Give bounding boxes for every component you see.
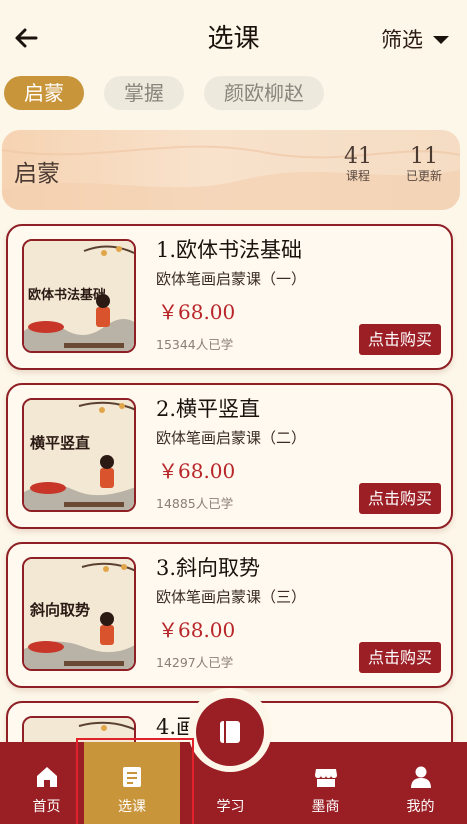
updated-count-stat: 11 已更新	[402, 144, 446, 184]
learner-count: 15344人已学	[156, 337, 234, 352]
home-icon	[36, 767, 57, 787]
course-cover-image: 横平竖直	[22, 398, 136, 512]
nav-item-mine[interactable]: 我的	[374, 742, 467, 824]
course-subtitle: 欧体笔画启蒙课（二）	[156, 429, 307, 447]
category-banner: 启蒙 41 课程 11 已更新	[2, 130, 460, 210]
nav-item-home[interactable]: 首页	[0, 742, 93, 824]
course-title: 2.横平竖直	[156, 397, 261, 421]
cover-calligraphy-text: 斜向取势	[29, 601, 90, 619]
course-subtitle: 欧体笔画启蒙课（三）	[156, 588, 307, 606]
course-count: 41	[344, 144, 372, 169]
learner-count: 14297人已学	[156, 655, 234, 670]
course-list-icon	[123, 767, 141, 787]
course-price: ￥68.00	[158, 300, 236, 324]
course-price: ￥68.00	[158, 618, 236, 642]
nav-item-course[interactable]: 选课	[84, 742, 180, 824]
cover-calligraphy-text: 横平竖直	[30, 434, 90, 452]
learner-count: 14885人已学	[156, 496, 234, 511]
shop-icon	[314, 769, 337, 787]
updated-count: 11	[410, 144, 438, 169]
course-price: ￥68.00	[158, 459, 236, 483]
course-cover-image: 斜向取势	[22, 557, 136, 671]
filter-label: 筛选	[381, 28, 423, 52]
tab-yanouliuzhao[interactable]: 颜欧柳赵	[204, 76, 324, 110]
cover-calligraphy-text: 欧体书法基础	[28, 287, 106, 303]
header: 选课 筛选	[0, 0, 467, 74]
caret-down-icon	[433, 36, 449, 44]
nav-label-shop: 墨商	[311, 799, 340, 815]
banner-wave-decoration	[2, 145, 460, 210]
course-card[interactable]: 欧体书法基础 1.欧体书法基础 欧体笔画启蒙课（一） ￥68.00 15344人…	[6, 224, 453, 370]
buy-button[interactable]: 点击购买	[359, 483, 441, 514]
course-title: 3.斜向取势	[156, 556, 261, 580]
course-title: 1.欧体书法基础	[156, 238, 303, 262]
updated-count-label: 已更新	[405, 169, 442, 183]
study-center-button[interactable]	[196, 698, 264, 766]
course-card[interactable]: 横平竖直 2.横平竖直 欧体笔画启蒙课（二） ￥68.00 14885人已学 点…	[6, 383, 453, 529]
buy-button[interactable]: 点击购买	[359, 642, 441, 673]
course-count-stat: 41 课程	[338, 144, 378, 184]
buy-button[interactable]: 点击购买	[359, 324, 441, 355]
nav-label-course: 选课	[118, 799, 146, 815]
filter-dropdown[interactable]: 筛选	[381, 24, 449, 54]
category-name: 启蒙	[14, 161, 60, 187]
book-icon	[220, 721, 240, 743]
course-count-label: 课程	[345, 169, 370, 183]
tab-zhangwo[interactable]: 掌握	[104, 76, 184, 110]
nav-label-mine: 我的	[406, 799, 435, 815]
nav-item-shop[interactable]: 墨商	[279, 742, 372, 824]
user-icon	[410, 766, 431, 788]
course-card[interactable]: 斜向取势 3.斜向取势 欧体笔画启蒙课（三） ￥68.00 14297人已学 点…	[6, 542, 453, 688]
category-tabs: 启蒙 掌握 颜欧柳赵	[4, 76, 324, 110]
course-cover-image: 欧体书法基础	[22, 239, 136, 353]
nav-label-home: 首页	[32, 799, 61, 815]
nav-label-study: 学习	[216, 799, 245, 815]
course-subtitle: 欧体笔画启蒙课（一）	[156, 270, 307, 288]
tab-qimeng[interactable]: 启蒙	[4, 76, 84, 110]
